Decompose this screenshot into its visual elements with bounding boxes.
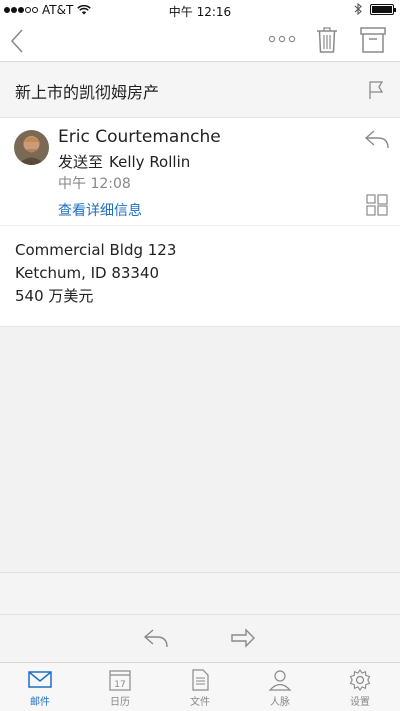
tab-label: 设置 (350, 697, 370, 708)
back-button[interactable] (10, 28, 24, 54)
sender-name: Eric Courtemanche (58, 127, 221, 147)
empty-area (0, 327, 400, 573)
message-body: Commercial Bldg 123 Ketchum, ID 83340 54… (0, 226, 400, 327)
tab-label: 日历 (110, 697, 130, 708)
file-icon (192, 669, 209, 691)
tab-files[interactable]: 文件 (160, 669, 240, 708)
recipient-name: Kelly Rollin (109, 153, 191, 171)
calendar-icon: 17 (109, 670, 131, 691)
more-button[interactable] (268, 34, 296, 44)
mail-icon (28, 671, 52, 688)
message-time: 中午 12:08 (58, 176, 131, 192)
delete-button[interactable] (316, 26, 338, 54)
tab-label: 邮件 (30, 697, 50, 708)
bluetooth-icon (354, 3, 362, 15)
tab-calendar[interactable]: 17 日历 (80, 669, 160, 708)
battery-icon (370, 3, 396, 15)
message-actions (0, 615, 400, 663)
spacer (0, 573, 400, 615)
addins-icon[interactable] (366, 194, 388, 216)
sender-avatar[interactable] (14, 130, 49, 165)
view-details-link[interactable]: 查看详细信息 (58, 200, 142, 220)
body-line: Ketchum, ID 83340 (15, 264, 160, 282)
archive-button[interactable] (360, 26, 386, 54)
status-time: 中午 12:16 (168, 5, 232, 19)
tab-label: 人脉 (270, 697, 290, 708)
message-header: Eric Courtemanche 发送至 Kelly Rollin 中午 12:… (0, 118, 400, 226)
recipient-line: 发送至 Kelly Rollin (58, 151, 196, 172)
sent-to-label: 发送至 (58, 153, 104, 171)
subject-bar: 新上市的凯彻姆房产 (0, 62, 400, 118)
calendar-day: 17 (114, 680, 125, 690)
body-line: 540 万美元 (15, 287, 94, 305)
person-icon (268, 670, 292, 691)
body-line: Commercial Bldg 123 (15, 241, 177, 259)
tab-bar: 邮件 17 日历 文件 人脉 设置 (0, 663, 400, 711)
forward-button[interactable] (230, 627, 256, 649)
tab-label: 文件 (190, 697, 210, 708)
tab-mail[interactable]: 邮件 (0, 669, 80, 708)
message-subject: 新上市的凯彻姆房产 (15, 83, 160, 102)
tab-people[interactable]: 人脉 (240, 669, 320, 708)
top-toolbar (0, 20, 400, 62)
reply-bottom-button[interactable] (143, 627, 169, 649)
reply-button[interactable] (364, 128, 390, 150)
gear-icon (349, 669, 371, 691)
status-bar: AT&T 中午 12:16 (0, 0, 400, 20)
flag-button[interactable] (368, 80, 384, 100)
tab-settings[interactable]: 设置 (320, 669, 400, 708)
